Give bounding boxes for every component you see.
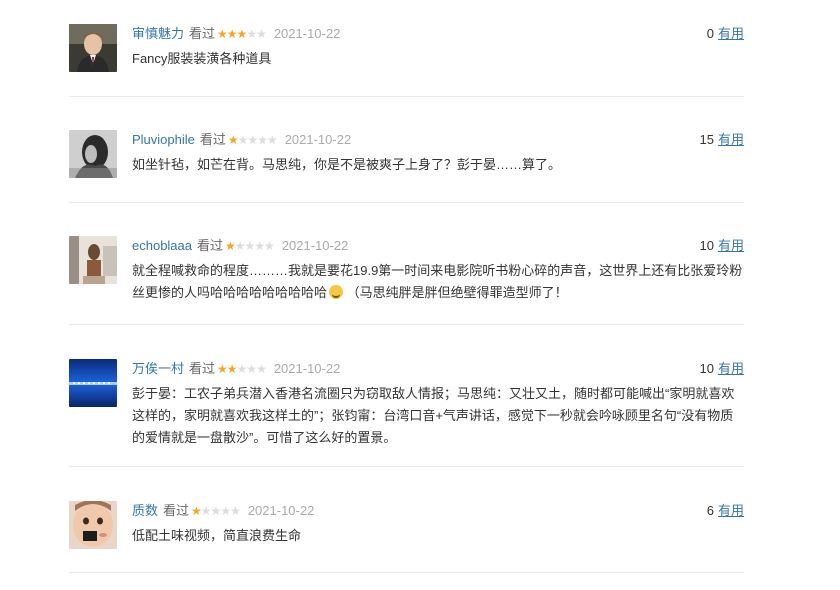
comment-meta: 万俟一村 看过 ★★★★★ 2021-10-22: [132, 359, 340, 379]
comment-item: 质数 看过 ★★★★★ 2021-10-22 6 有用 低配土味视频，简直浪费生命: [69, 467, 744, 573]
comment-text: 彭于晏：工农子弟兵潜入香港名流圈只为窃取敌人情报；马思纯：又壮又土，随时都可能喊…: [132, 386, 735, 445]
comment-date: 2021-10-22: [284, 132, 352, 147]
avatar[interactable]: [69, 130, 117, 178]
vote-count: 6: [706, 503, 714, 518]
rating-stars: ★★★★★: [227, 133, 278, 147]
rating-stars: ★★★★★: [217, 27, 267, 41]
comment-text-tail: （马思纯胖是胖但绝壁得罪造型师了！: [346, 285, 568, 300]
useful-button[interactable]: 有用: [718, 361, 744, 376]
watched-label: 看过: [199, 132, 226, 147]
comment-text: 低配土味视频，简直浪费生命: [132, 528, 302, 543]
rating-stars: ★★★★★: [225, 239, 275, 253]
comment-date: 2021-10-22: [247, 503, 315, 518]
comment-date: 2021-10-22: [273, 361, 341, 376]
vote-area: 0 有用: [707, 24, 744, 44]
comment-meta: 质数 看过 ★★★★★ 2021-10-22: [132, 501, 314, 521]
watched-label: 看过: [189, 26, 216, 41]
comment-list: 审慎魅力 看过 ★★★★★ 2021-10-22 0 有用 Fancy服装装潢各种道具 …: [69, 0, 744, 573]
comment-item: 万俟一村 看过 ★★★★★ 2021-10-22 10 有用 彭于晏：工农子弟兵潜入香港…: [69, 325, 744, 467]
watched-label: 看过: [197, 238, 224, 253]
vote-area: 15 有用: [700, 130, 744, 150]
username-link[interactable]: 质数: [132, 503, 158, 518]
comment-text: Fancy服装装潢各种道具: [132, 51, 272, 66]
vote-area: 10 有用: [700, 359, 744, 379]
useful-button[interactable]: 有用: [718, 26, 744, 41]
username-link[interactable]: echoblaaa: [132, 238, 192, 253]
comment-item: echoblaaa 看过 ★★★★★ 2021-10-22 10 有用 就全程喊救命的程…: [69, 203, 744, 325]
username-link[interactable]: 审慎魅力: [132, 26, 184, 41]
useful-button[interactable]: 有用: [718, 132, 744, 147]
useful-button[interactable]: 有用: [718, 238, 744, 253]
watched-label: 看过: [189, 361, 216, 376]
vote-area: 10 有用: [700, 236, 744, 256]
comment-meta: 审慎魅力 看过 ★★★★★ 2021-10-22: [132, 24, 340, 44]
comment-meta: Pluviophile 看过 ★★★★★ 2021-10-22: [132, 130, 351, 150]
comment-meta: echoblaaa 看过 ★★★★★ 2021-10-22: [132, 236, 348, 256]
vote-count: 0: [706, 26, 714, 41]
avatar[interactable]: [69, 24, 117, 72]
avatar[interactable]: [69, 359, 117, 407]
rating-stars: ★★★★★: [217, 362, 267, 376]
comment-date: 2021-10-22: [273, 26, 341, 41]
watched-label: 看过: [163, 503, 190, 518]
comment-text: 如坐针毡，如芒在背。马思纯，你是不是被爽子上身了？彭于晏……算了。: [132, 157, 562, 172]
comment-text: 就全程喊救命的程度………我就是要花19.9第一时间来电影院听书粉心碎的声音，这世…: [132, 260, 744, 304]
comment-item: 审慎魅力 看过 ★★★★★ 2021-10-22 0 有用 Fancy服装装潢各种道具: [69, 0, 744, 97]
vote-count: 10: [699, 361, 714, 376]
comment-date: 2021-10-22: [281, 238, 349, 253]
rating-stars: ★★★★★: [191, 504, 241, 518]
comment-item: Pluviophile 看过 ★★★★★ 2021-10-22 15 有用 如坐针毡，如…: [69, 97, 744, 203]
useful-button[interactable]: 有用: [718, 503, 744, 518]
vote-count: 15: [699, 132, 714, 147]
vote-count: 10: [699, 238, 714, 253]
avatar[interactable]: [69, 236, 117, 284]
avatar[interactable]: [69, 501, 117, 549]
laughing-emoji-icon: [329, 285, 344, 299]
vote-area: 6 有用: [707, 501, 744, 521]
username-link[interactable]: Pluviophile: [132, 132, 195, 147]
username-link[interactable]: 万俟一村: [132, 361, 184, 376]
